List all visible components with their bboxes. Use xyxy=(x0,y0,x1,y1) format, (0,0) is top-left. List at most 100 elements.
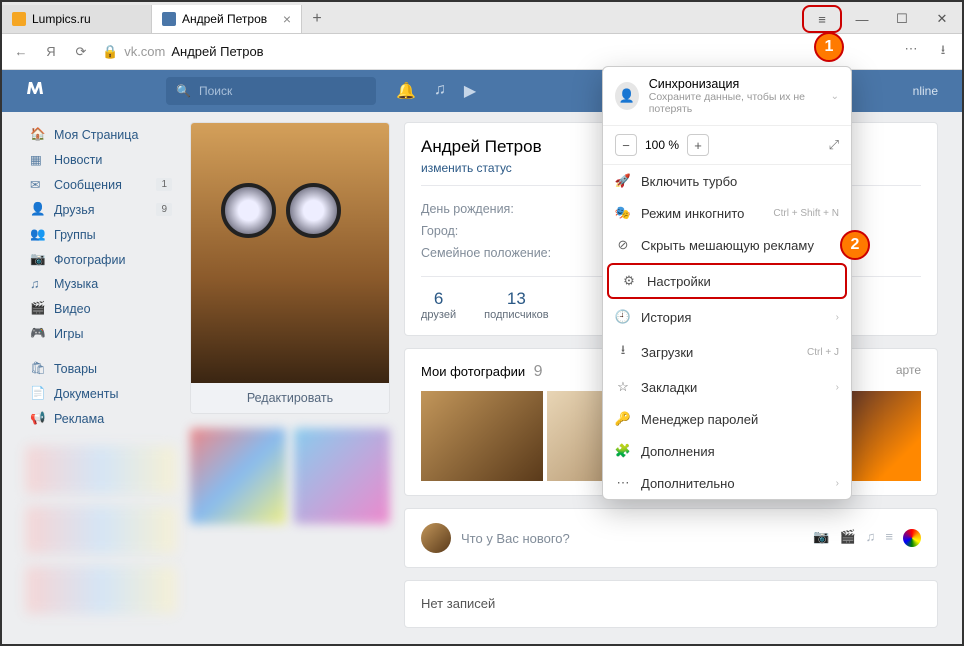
avatar[interactable] xyxy=(191,123,389,383)
stat-friends[interactable]: 6друзей xyxy=(421,289,456,321)
sidebar-item-ads[interactable]: 📢Реклама xyxy=(26,406,176,431)
close-window-button[interactable]: ✕ xyxy=(922,5,962,33)
back-button[interactable]: ← xyxy=(12,44,30,59)
gear-icon: ⚙ xyxy=(621,273,637,289)
video-icon[interactable]: ▶ xyxy=(464,81,476,101)
attach-more-icon[interactable]: ≡ xyxy=(885,529,893,547)
menu-item-downloads[interactable]: ⭳ЗагрузкиCtrl + J xyxy=(603,333,851,371)
sidebar-item-photos[interactable]: 📷Фотографии xyxy=(26,247,176,272)
sidebar-item-news[interactable]: ▦ Новости xyxy=(26,147,176,172)
zoom-controls: − 100 % + ⤢ xyxy=(603,126,851,165)
maximize-button[interactable]: ☐ xyxy=(882,5,922,33)
sidebar-item-friends[interactable]: 👤Друзья9 xyxy=(26,197,176,222)
thumb[interactable] xyxy=(190,428,286,524)
no-posts-card: Нет записей xyxy=(404,580,938,628)
zoom-in-button[interactable]: + xyxy=(687,134,709,156)
badge: 1 xyxy=(156,178,172,191)
menu-item-more[interactable]: ⋯Дополнительно› xyxy=(603,467,851,499)
tab-vk[interactable]: Андрей Петров × xyxy=(152,5,302,33)
menu-item-history[interactable]: 🕘История› xyxy=(603,301,851,333)
menu-item-hideads[interactable]: ⊘Скрыть мешающую рекламу xyxy=(603,229,851,261)
key-icon: 🔑 xyxy=(615,411,631,427)
chevron-right-icon: › xyxy=(836,312,839,323)
profile-photo-column: Редактировать xyxy=(190,122,390,628)
music-icon[interactable]: ♫ xyxy=(434,81,446,101)
sidebar-item-label: Музыка xyxy=(54,277,98,291)
menu-item-bookmarks[interactable]: ☆Закладки› xyxy=(603,371,851,403)
tab-lumpics[interactable]: Lumpics.ru xyxy=(2,5,152,33)
sidebar-item-groups[interactable]: 👥Группы xyxy=(26,222,176,247)
menu-label: Настройки xyxy=(647,274,711,289)
sidebar-item-docs[interactable]: 📄 Документы xyxy=(26,381,176,406)
ad-placeholder xyxy=(26,506,176,554)
attach-music-icon[interactable]: ♫ xyxy=(866,529,876,547)
minimize-button[interactable]: — xyxy=(842,5,882,33)
url-title: Андрей Петров xyxy=(171,44,263,59)
zoom-out-button[interactable]: − xyxy=(615,134,637,156)
menu-item-passwords[interactable]: 🔑Менеджер паролей xyxy=(603,403,851,435)
mask-icon: 🎭 xyxy=(615,205,631,221)
hamburger-menu-button[interactable]: ≡ xyxy=(802,5,842,33)
sidebar-item-label: Реклама xyxy=(54,412,104,426)
close-tab-icon[interactable]: × xyxy=(283,11,291,27)
sidebar-item-mypage[interactable]: 🏠Моя Страница xyxy=(26,122,176,147)
user-avatar-icon: 👤 xyxy=(615,82,639,110)
reload-button[interactable]: ⟳ xyxy=(72,44,90,60)
sidebar-item-games[interactable]: 🎮Игры xyxy=(26,321,176,346)
new-tab-button[interactable]: + xyxy=(302,5,332,33)
photo-thumb[interactable] xyxy=(421,391,543,481)
sidebar-item-label: Фотографии xyxy=(54,253,125,267)
online-label: nline xyxy=(913,84,938,98)
chevron-right-icon: › xyxy=(836,382,839,393)
menu-label: Закладки xyxy=(641,380,697,395)
clock-icon: 🕘 xyxy=(615,309,631,325)
menu-label: Дополнения xyxy=(641,444,715,459)
sidebar-item-label: Новости xyxy=(54,153,102,167)
more-icon: ⋯ xyxy=(615,475,631,491)
menu-label: Режим инкогнито xyxy=(641,206,744,221)
search-input[interactable]: 🔍 Поиск xyxy=(166,77,376,105)
puzzle-icon: 🧩 xyxy=(615,443,631,459)
thumb[interactable] xyxy=(294,428,390,524)
menu-item-turbo[interactable]: 🚀Включить турбо xyxy=(603,165,851,197)
rocket-icon: 🚀 xyxy=(615,173,631,189)
extension-icon[interactable]: ⋯ xyxy=(902,41,920,63)
edit-profile-button[interactable]: Редактировать xyxy=(191,383,389,413)
docs-icon: 📄 xyxy=(30,386,46,401)
chevron-down-icon: ⌄ xyxy=(831,91,839,102)
story-icon[interactable] xyxy=(903,529,921,547)
lock-icon: 🔒 xyxy=(102,44,118,60)
stat-subscribers[interactable]: 13подписчиков xyxy=(484,289,549,321)
map-hint[interactable]: арте xyxy=(896,363,921,377)
menu-item-addons[interactable]: 🧩 Дополнения xyxy=(603,435,851,467)
attach-photo-icon[interactable]: 📷 xyxy=(813,529,829,547)
sidebar-item-messages[interactable]: ✉Сообщения1 xyxy=(26,172,176,197)
photos-title[interactable]: Мои фотографии xyxy=(421,364,525,379)
url-field[interactable]: 🔒 vk.com Андрей Петров xyxy=(102,44,890,60)
window-controls: ≡ — ☐ ✕ xyxy=(802,5,962,33)
composer-avatar xyxy=(421,523,451,553)
sidebar-item-video[interactable]: 🎬Видео xyxy=(26,296,176,321)
sync-section[interactable]: 👤 Синхронизация Сохраните данные, чтобы … xyxy=(603,67,851,126)
fullscreen-icon[interactable]: ⤢ xyxy=(829,137,839,153)
attach-video-icon[interactable]: 🎬 xyxy=(839,529,855,547)
browser-main-menu: 👤 Синхронизация Сохраните данные, чтобы … xyxy=(602,66,852,500)
vk-logo[interactable] xyxy=(26,77,166,106)
sidebar-item-market[interactable]: 🛍Товары xyxy=(26,356,176,381)
menu-item-incognito[interactable]: 🎭Режим инкогнитоCtrl + Shift + N xyxy=(603,197,851,229)
composer-placeholder: Что у Вас нового? xyxy=(461,531,570,546)
post-composer[interactable]: Что у Вас нового? 📷 🎬 ♫ ≡ xyxy=(404,508,938,568)
notifications-icon[interactable]: 🔔 xyxy=(396,81,416,101)
sidebar-item-label: Документы xyxy=(54,387,118,401)
yandex-icon[interactable]: Я xyxy=(42,44,60,59)
news-icon: ▦ xyxy=(30,152,46,167)
profile-photo-card: Редактировать xyxy=(190,122,390,414)
sidebar-item-label: Друзья xyxy=(54,203,95,217)
menu-item-settings[interactable]: ⚙ Настройки xyxy=(607,263,847,299)
ad-placeholder xyxy=(26,566,176,614)
download-icon[interactable]: ⭳ xyxy=(934,41,952,63)
no-posts-label: Нет записей xyxy=(421,596,495,611)
block-icon: ⊘ xyxy=(615,237,631,253)
ad-placeholder xyxy=(26,446,176,494)
sidebar-item-music[interactable]: ♫Музыка xyxy=(26,272,176,296)
